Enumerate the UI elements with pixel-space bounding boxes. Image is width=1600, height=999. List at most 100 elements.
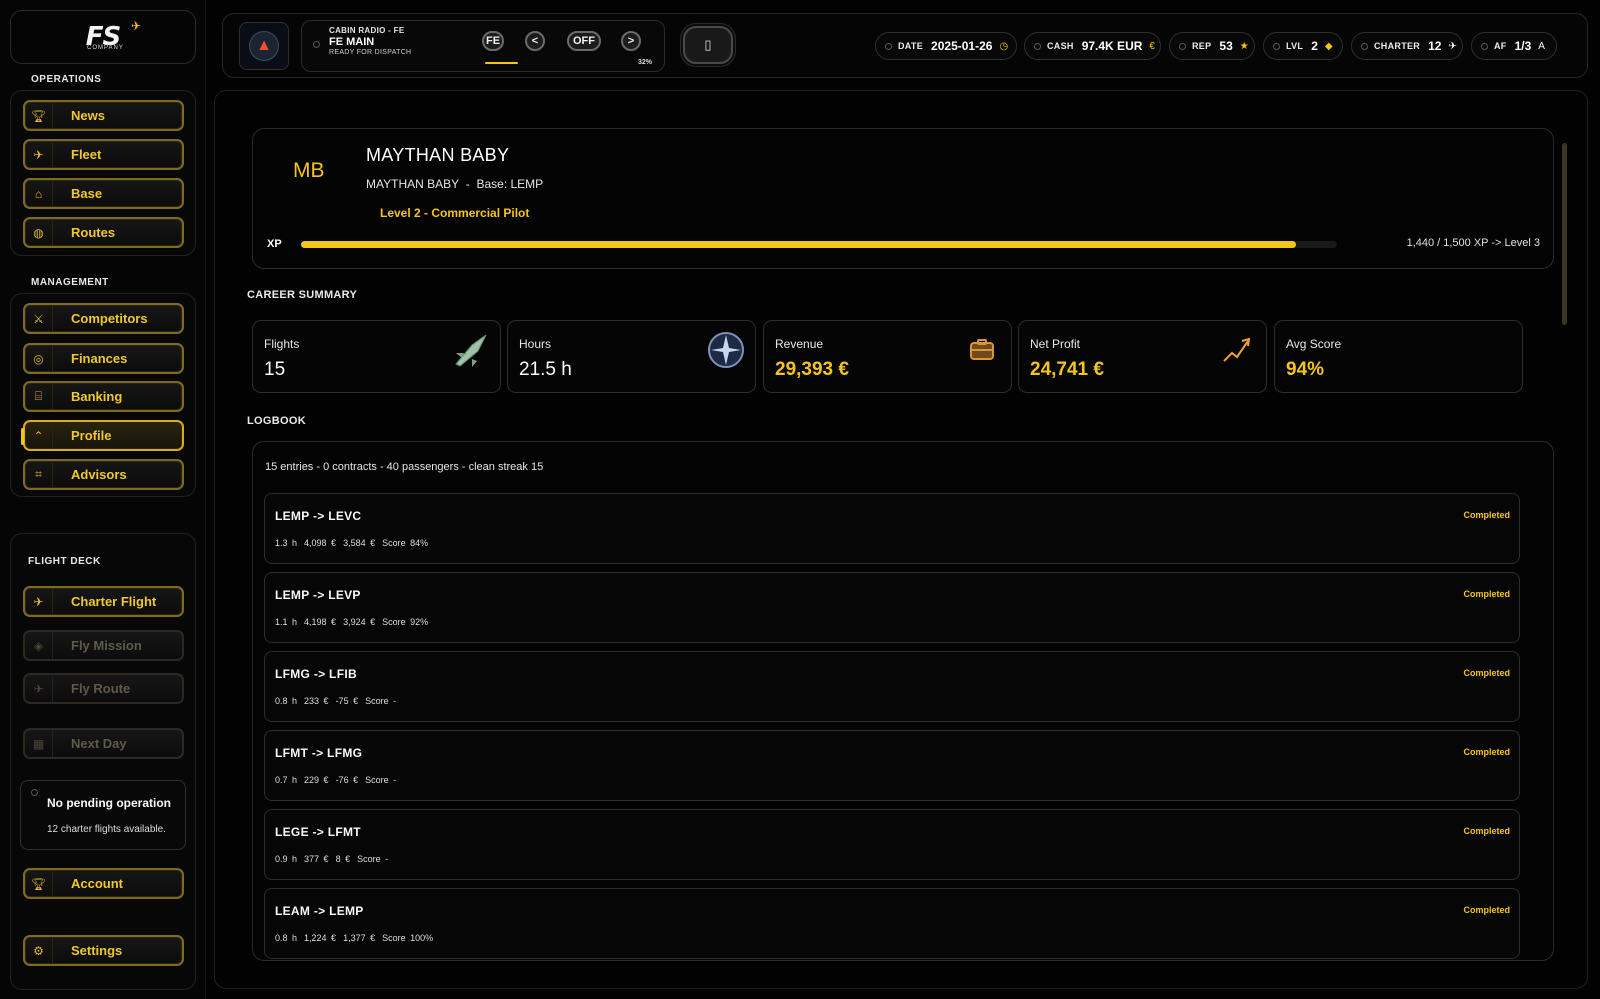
scrollbar[interactable] (1562, 143, 1567, 325)
entry-revenue: 4,198 € (304, 617, 337, 627)
entry-status-badge: Completed (1463, 747, 1510, 757)
compass-icon: ▲ (249, 31, 279, 61)
compass-button[interactable]: ▲ (239, 22, 289, 70)
nav-banking-label: Banking (71, 389, 123, 404)
nav-account[interactable]: 🏆︎ Account (23, 868, 184, 899)
compass-badge-icon (707, 331, 745, 369)
nav-settings-label: Settings (71, 943, 123, 958)
stat-charter: CHARTER 12 ✈ (1351, 32, 1463, 60)
stat-cash-key: CASH (1047, 41, 1074, 51)
entry-route: LEAM -> LEMP (275, 904, 364, 918)
flight-deck-title: FLIGHT DECK (28, 556, 101, 567)
logbook-entry[interactable]: LFMT -> LFMG 0.7 h 229 € -76 € Score - Comp… (264, 730, 1520, 801)
cabin-radio-panel: CABIN RADIO - FE FE MAIN READY FOR DISPA… (301, 20, 665, 72)
entry-score: Score 100% (382, 933, 434, 943)
nav-base-label: Base (71, 186, 103, 201)
nav-advisors[interactable]: ⌗ Advisors (23, 459, 184, 490)
logbook-entry[interactable]: LEMP -> LEVP 1.1 h 4,198 € 3,924 € Score 92… (264, 572, 1520, 643)
stat-cash-value: 97.4K EUR (1081, 39, 1143, 53)
alliance-icon: A (1538, 40, 1545, 52)
management-group: ⚔ Competitors ◎ Finances ⌸ Banking ⌃ Pro… (10, 293, 196, 497)
radio-fe-button[interactable]: FE (482, 31, 504, 51)
entry-score: Score 84% (382, 538, 429, 548)
kpi-revenue-label: Revenue (775, 337, 824, 351)
nav-fleet[interactable]: ✈ Fleet (23, 139, 184, 170)
pending-operation-panel: No pending operation 12 charter flights … (20, 780, 186, 850)
nav-next-day[interactable]: ▦ Next Day (23, 728, 184, 759)
stat-dot-icon (1273, 43, 1280, 50)
stat-charter-key: CHARTER (1374, 41, 1421, 51)
logbook-entry[interactable]: LEMP -> LEVC 1.3 h 4,098 € 3,584 € Score 84… (264, 493, 1520, 564)
nav-finances[interactable]: ◎ Finances (23, 343, 184, 374)
radio-next-button[interactable]: > (621, 31, 641, 51)
target-icon: ◈ (25, 632, 53, 659)
hangar-icon: ⌂ (25, 180, 53, 207)
nav-routes[interactable]: ◍ Routes (23, 217, 184, 248)
stat-level: LVL 2 ◆ (1263, 32, 1343, 60)
nav-fly-route[interactable]: ✈ Fly Route (23, 673, 184, 704)
nav-advisors-label: Advisors (71, 467, 127, 482)
entry-route: LEMP -> LEVC (275, 509, 362, 523)
crossed-swords-icon: ⚔ (25, 305, 53, 332)
management-title: MANAGEMENT (31, 277, 109, 288)
briefcase-icon (963, 331, 1001, 369)
diamond-icon: ◆ (1324, 40, 1333, 52)
radio-off-button[interactable]: OFF (567, 31, 601, 51)
fighter-jet-icon (452, 331, 490, 369)
nav-fly-mission-label: Fly Mission (71, 638, 142, 653)
logbook-title: LOGBOOK (247, 415, 306, 427)
entry-status-badge: Completed (1463, 905, 1510, 915)
entry-hours: 0.8 h (275, 696, 298, 706)
clock-icon: ◷ (999, 40, 1009, 52)
pending-subtitle: 12 charter flights available. (47, 824, 166, 835)
radio-prev-button[interactable]: < (525, 31, 545, 51)
xp-progress-fill (301, 241, 1296, 248)
logbook-entry[interactable]: LFMG -> LFIB 0.8 h 233 € -75 € Score - Comp… (264, 651, 1520, 722)
entry-profit: 3,584 € (343, 538, 376, 548)
stat-dot-icon (1034, 43, 1041, 50)
entry-revenue: 377 € (304, 854, 329, 864)
nav-next-day-label: Next Day (71, 736, 127, 751)
screen-toggle-button[interactable]: ▯ (683, 26, 733, 64)
entry-score: Score - (365, 775, 397, 785)
entry-meta: 0.9 h 377 € 8 € Score - (275, 854, 395, 864)
logbook-entry[interactable]: LEAM -> LEMP 0.8 h 1,224 € 1,377 € Score 10… (264, 888, 1520, 959)
nav-fly-mission[interactable]: ◈ Fly Mission (23, 630, 184, 661)
nav-charter-flight[interactable]: ✈ Charter Flight (23, 586, 184, 617)
nav-profile-label: Profile (71, 428, 112, 443)
coins-icon: ◎ (25, 345, 53, 372)
nav-competitors-label: Competitors (71, 311, 148, 326)
entry-revenue: 4,098 € (304, 538, 337, 548)
globe-icon: ◍ (25, 219, 53, 246)
nav-settings[interactable]: ⚙ Settings (23, 935, 184, 966)
entry-score: Score - (365, 696, 397, 706)
sidebar: FS ✈ COMPANY OPERATIONS 🏆︎ News ✈ Fleet … (0, 0, 206, 999)
entry-hours: 1.1 h (275, 617, 298, 627)
trend-up-icon (1218, 331, 1256, 369)
nav-news[interactable]: 🏆︎ News (23, 100, 184, 131)
stat-cash: CASH 97.4K EUR € (1024, 32, 1161, 60)
euro-icon: € (1149, 40, 1155, 52)
nav-finances-label: Finances (71, 351, 128, 366)
pilot-subline: MAYTHAN BABY - Base: LEMP (366, 177, 544, 191)
calendar-icon: ▦ (25, 730, 53, 757)
company-logo[interactable]: FS ✈ COMPANY (10, 10, 196, 64)
avatar: MB (293, 159, 325, 182)
radio-status: READY FOR DISPATCH (329, 49, 412, 56)
entry-hours: 0.7 h (275, 775, 298, 785)
stat-rep-value: 53 (1219, 39, 1233, 53)
nav-profile[interactable]: ⌃ Profile (21, 420, 184, 451)
star-icon: ★ (1239, 40, 1249, 52)
nav-competitors[interactable]: ⚔ Competitors (23, 303, 184, 334)
entry-status-badge: Completed (1463, 589, 1510, 599)
nav-base[interactable]: ⌂ Base (23, 178, 184, 209)
nav-banking[interactable]: ⌸ Banking (23, 381, 184, 412)
kpi-avg-score-value: 94% (1286, 359, 1325, 380)
stat-af-key: AF (1494, 41, 1507, 51)
entry-profit: -76 € (335, 775, 359, 785)
stat-rep: REP 53 ★ (1169, 32, 1255, 60)
nav-fly-route-label: Fly Route (71, 681, 131, 696)
kpi-hours-value: 21.5 h (519, 359, 572, 380)
radio-volume-percent: 32% (638, 59, 653, 66)
logbook-entry[interactable]: LEGE -> LFMT 0.9 h 377 € 8 € Score - Comple… (264, 809, 1520, 880)
